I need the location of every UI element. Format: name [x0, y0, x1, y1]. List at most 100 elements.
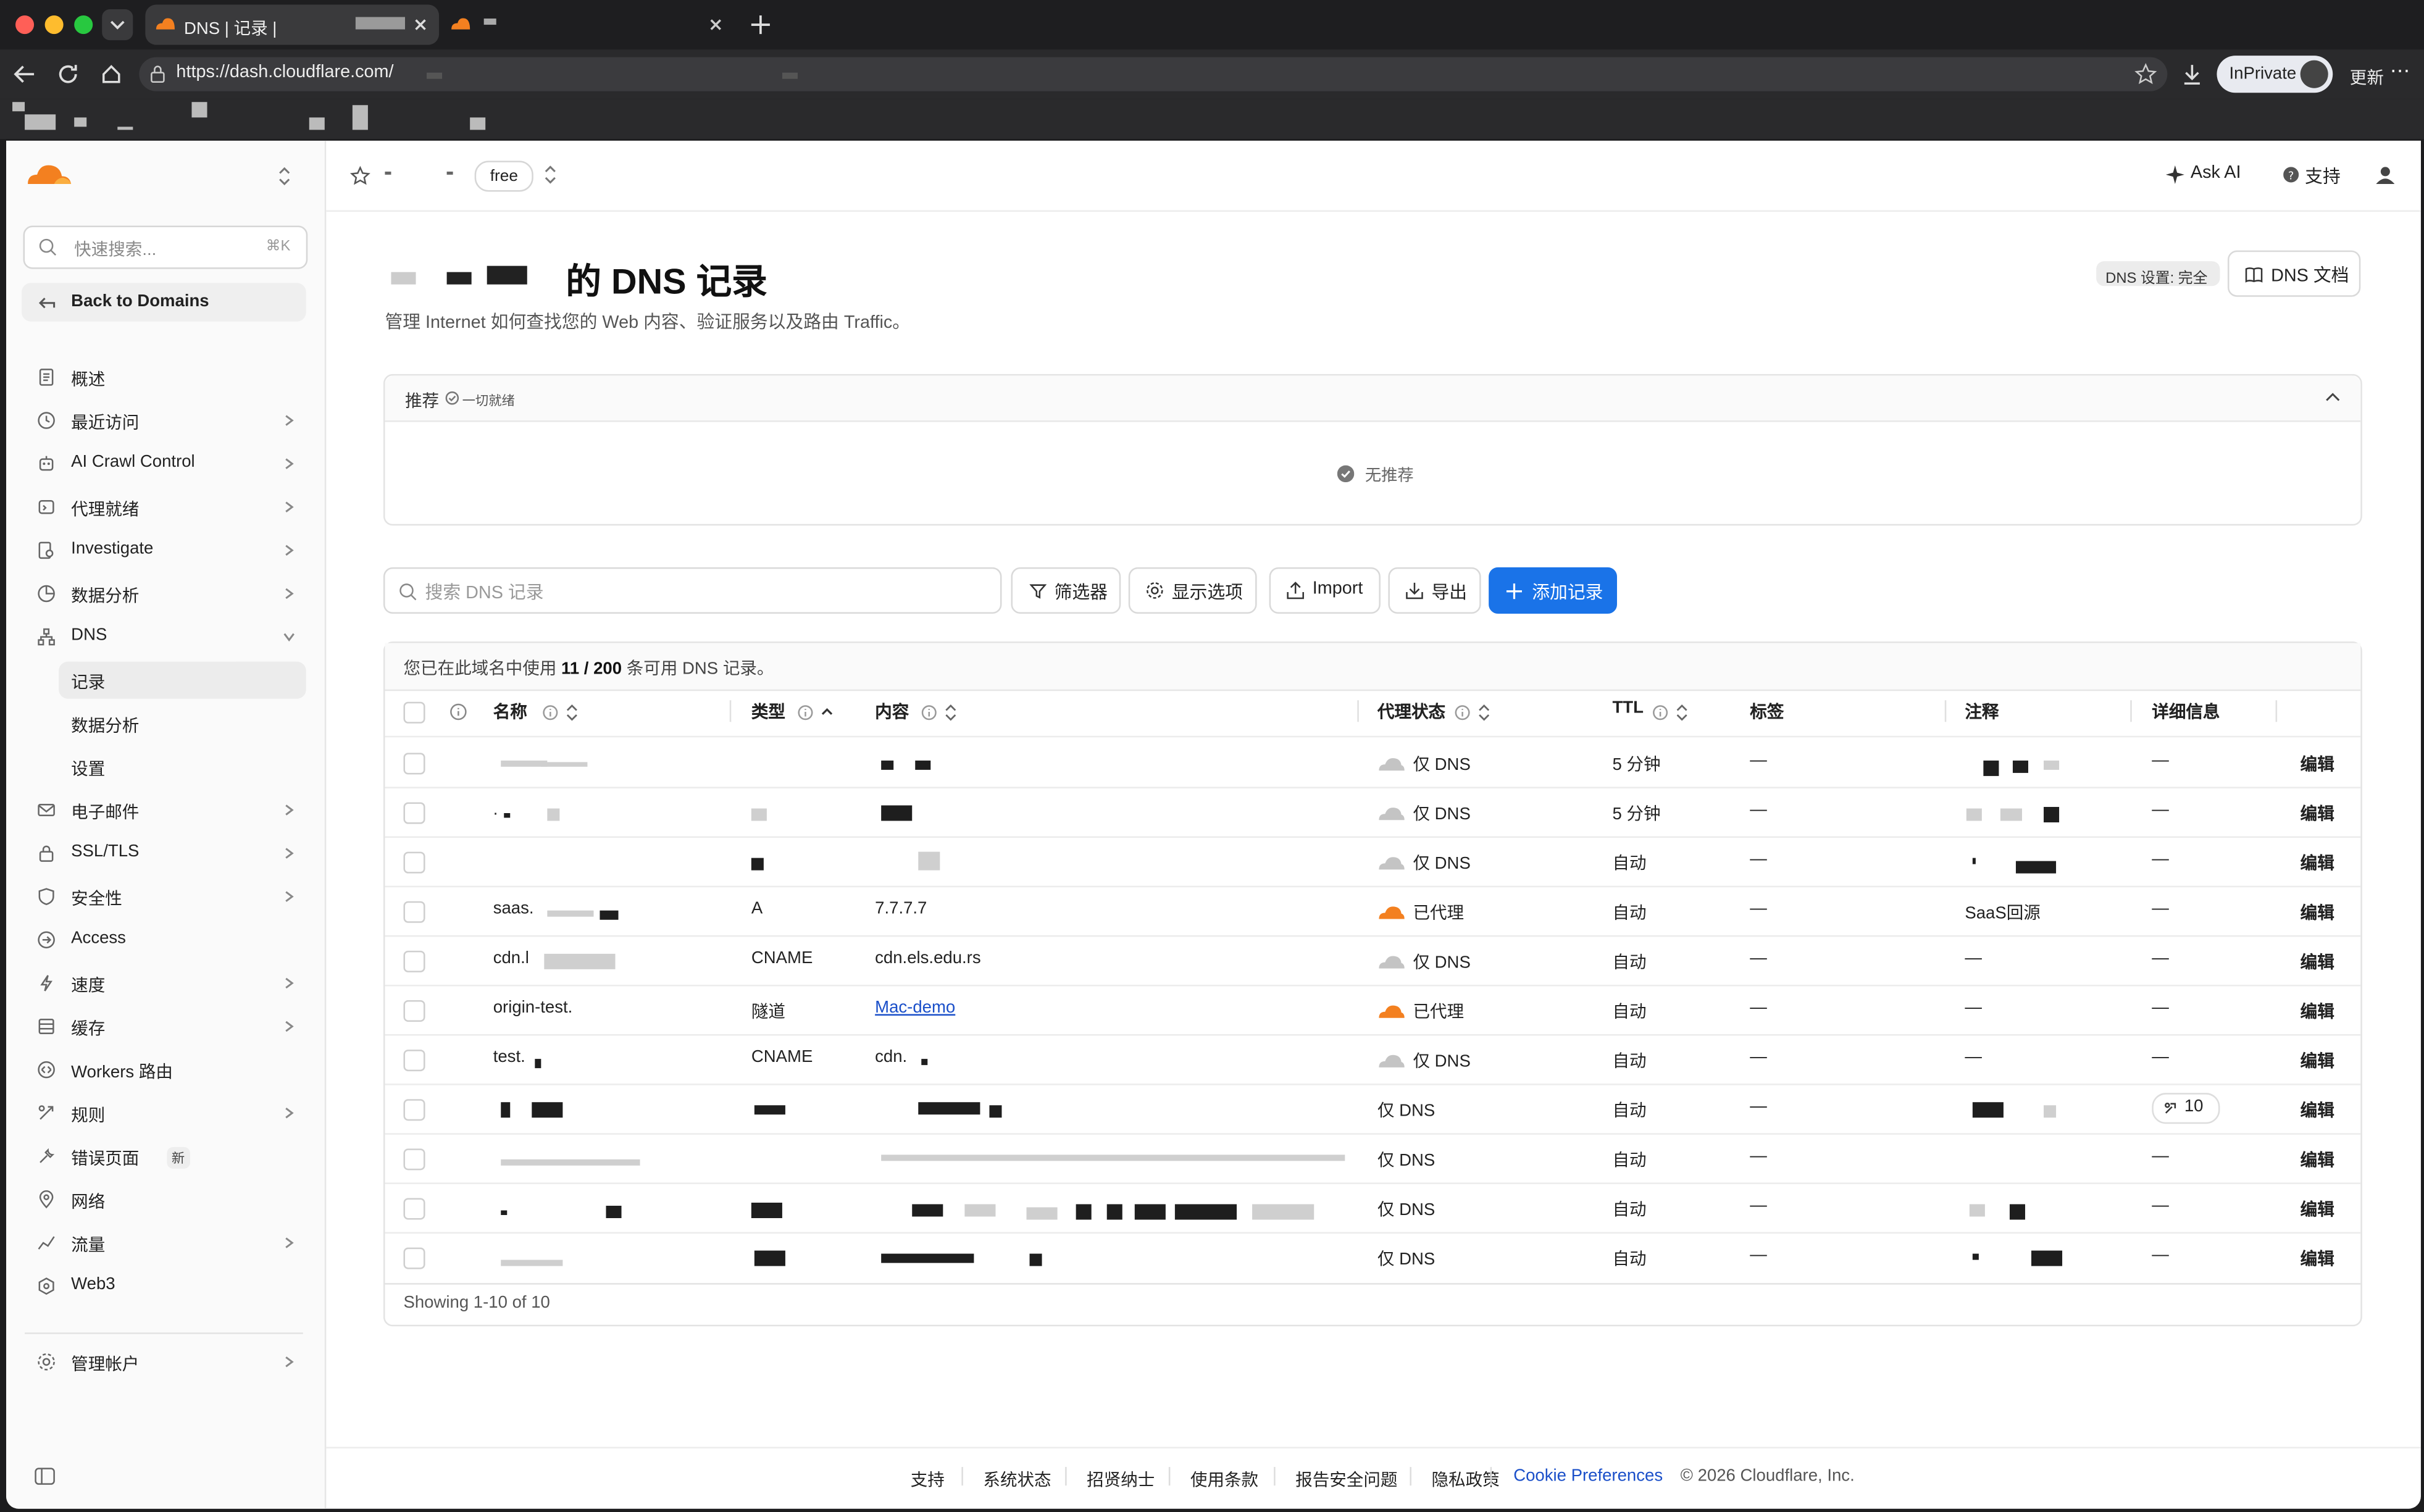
sidebar-item-概述[interactable]: 概述 [22, 359, 309, 396]
user-account-icon[interactable] [2376, 165, 2395, 184]
cookie-preferences-link[interactable]: Cookie Preferences [1513, 1467, 1663, 1485]
dns-search-input[interactable]: 搜索 DNS 记录 [383, 567, 1002, 614]
close-tab-icon[interactable] [706, 15, 725, 34]
column-header-5[interactable]: 标签 [1750, 699, 1784, 724]
row-checkbox[interactable] [403, 901, 425, 923]
sidebar-item-investigate[interactable]: Investigate [22, 532, 309, 569]
edit-record-button[interactable]: 编辑 [2301, 900, 2334, 924]
sidebar-item-电子邮件[interactable]: 电子邮件 [22, 792, 309, 829]
sidebar-item-速度[interactable]: 速度 [22, 964, 309, 1001]
edit-record-button[interactable]: 编辑 [2301, 1197, 2334, 1221]
sidebar-item-流量[interactable]: 流量 [22, 1224, 309, 1261]
footer-link-2[interactable]: 招贤纳士 [1087, 1467, 1155, 1492]
column-header-0[interactable]: 名称 [493, 699, 527, 724]
footer-link-1[interactable]: 系统状态 [983, 1467, 1051, 1492]
edit-record-button[interactable]: 编辑 [2301, 1098, 2334, 1122]
footer-link-4[interactable]: 报告安全问题 [1295, 1467, 1397, 1492]
sidebar-item-缓存[interactable]: 缓存 [22, 1008, 309, 1045]
row-checkbox[interactable] [403, 753, 425, 775]
filter-button[interactable]: 筛选器 [1011, 567, 1121, 614]
close-tab-icon[interactable] [411, 15, 430, 34]
column-header-4[interactable]: TTL [1612, 699, 1644, 717]
edit-record-button[interactable]: 编辑 [2301, 1147, 2334, 1172]
edit-record-button[interactable]: 编辑 [2301, 801, 2334, 825]
sidebar-item-manage-account[interactable]: 管理帐户 [22, 1343, 309, 1380]
column-header-3[interactable]: 代理状态 [1377, 699, 1445, 724]
tab-list-button[interactable] [102, 9, 133, 41]
column-header-6[interactable]: 注释 [1965, 699, 1999, 724]
cell-content[interactable]: Mac-demo [875, 998, 955, 1017]
download-icon[interactable] [2180, 62, 2204, 86]
zone-switch-icon[interactable] [543, 164, 558, 185]
footer-link-5[interactable]: 隐私政策 [1432, 1467, 1500, 1492]
minimize-window-button[interactable] [44, 15, 64, 35]
import-button[interactable]: Import [1269, 567, 1381, 614]
sidebar-item-规则[interactable]: 规则 [22, 1095, 309, 1132]
more-menu-icon[interactable]: ⋯ [2390, 59, 2410, 83]
edit-record-button[interactable]: 编辑 [2301, 1246, 2334, 1271]
sidebar-item-网络[interactable]: 网络 [22, 1181, 309, 1218]
back-icon[interactable] [12, 64, 37, 85]
back-to-domains-button[interactable]: Back to Domains [22, 283, 306, 322]
column-header-1[interactable]: 类型 [751, 699, 785, 724]
collapse-sidebar-icon[interactable] [34, 1467, 56, 1485]
footer-link-3[interactable]: 使用条款 [1190, 1467, 1258, 1492]
ask-ai-button[interactable]: Ask AI [2165, 162, 2262, 190]
sidebar-item-ai-crawl-control[interactable]: AI Crawl Control [22, 445, 309, 482]
row-checkbox[interactable] [403, 1099, 425, 1121]
home-icon[interactable] [99, 62, 123, 86]
sidebar-item-dns[interactable]: DNS [22, 619, 309, 656]
row-checkbox[interactable] [403, 1198, 425, 1220]
sidebar-item-代理就绪[interactable]: 代理就绪 [22, 488, 309, 525]
sidebar-item-web3[interactable]: Web3 [22, 1268, 309, 1305]
sidebar-item-最近访问[interactable]: 最近访问 [22, 402, 309, 439]
row-checkbox[interactable] [403, 1000, 425, 1022]
browser-tab[interactable] [447, 5, 741, 45]
close-window-button[interactable] [15, 15, 35, 35]
sidebar-item-设置[interactable]: 设置 [22, 748, 309, 785]
edit-record-button[interactable]: 编辑 [2301, 1048, 2334, 1073]
browser-tab-active[interactable]: DNS | 记录 | [145, 4, 440, 45]
dns-docs-button[interactable]: DNS 文档 [2227, 250, 2361, 297]
row-checkbox[interactable] [403, 950, 425, 972]
select-all-checkbox[interactable] [403, 701, 425, 724]
footer-link-0[interactable]: 支持 [911, 1467, 945, 1492]
row-checkbox[interactable] [403, 851, 425, 874]
edit-record-button[interactable]: 编辑 [2301, 751, 2334, 776]
inprivate-badge[interactable]: InPrivate [2217, 56, 2333, 93]
sort-icon[interactable] [564, 703, 580, 722]
sidebar-item-安全性[interactable]: 安全性 [22, 878, 309, 915]
sidebar-item-workers-路由[interactable]: Workers 路由 [22, 1051, 309, 1088]
row-checkbox[interactable] [403, 1247, 425, 1269]
sort-icon[interactable] [1476, 703, 1492, 722]
cloudflare-logo-icon[interactable] [27, 162, 73, 187]
row-checkbox[interactable] [403, 802, 425, 824]
edit-record-button[interactable]: 编辑 [2301, 850, 2334, 875]
star-icon[interactable] [349, 165, 371, 187]
sort-icon[interactable] [1674, 703, 1690, 722]
favorite-star-icon[interactable] [2133, 62, 2158, 86]
quick-search-input[interactable]: 快速搜索... ⌘K [23, 225, 308, 269]
update-button[interactable]: 更新 [2350, 65, 2384, 90]
sort-ascending-icon[interactable] [819, 703, 835, 722]
column-header-7[interactable]: 详细信息 [2152, 699, 2220, 724]
sort-icon[interactable] [943, 703, 958, 722]
sidebar-item-错误页面[interactable]: 错误页面新 [22, 1138, 309, 1175]
sidebar-item-数据分析[interactable]: 数据分析 [22, 575, 309, 612]
sidebar-item-记录[interactable]: 记录 [59, 661, 306, 699]
refresh-icon[interactable] [56, 62, 80, 86]
new-tab-icon[interactable] [748, 12, 773, 37]
row-checkbox[interactable] [403, 1148, 425, 1171]
add-record-button[interactable]: 添加记录 [1489, 567, 1617, 614]
sidebar-item-access[interactable]: Access [22, 921, 309, 958]
support-button[interactable]: ? 支持 [2283, 162, 2360, 190]
details-badge[interactable]: 10 [2152, 1093, 2220, 1124]
edit-record-button[interactable]: 编辑 [2301, 949, 2334, 974]
edit-record-button[interactable]: 编辑 [2301, 998, 2334, 1023]
row-checkbox[interactable] [403, 1050, 425, 1072]
recommendations-header[interactable]: 推荐 一切就绪 [385, 375, 2361, 422]
export-button[interactable]: 导出 [1388, 567, 1481, 614]
account-switch-icon[interactable] [277, 165, 292, 187]
sidebar-item-ssl-tls[interactable]: SSL/TLS [22, 835, 309, 872]
url-bar[interactable]: https://dash.cloudflare.com/ [139, 57, 2168, 91]
